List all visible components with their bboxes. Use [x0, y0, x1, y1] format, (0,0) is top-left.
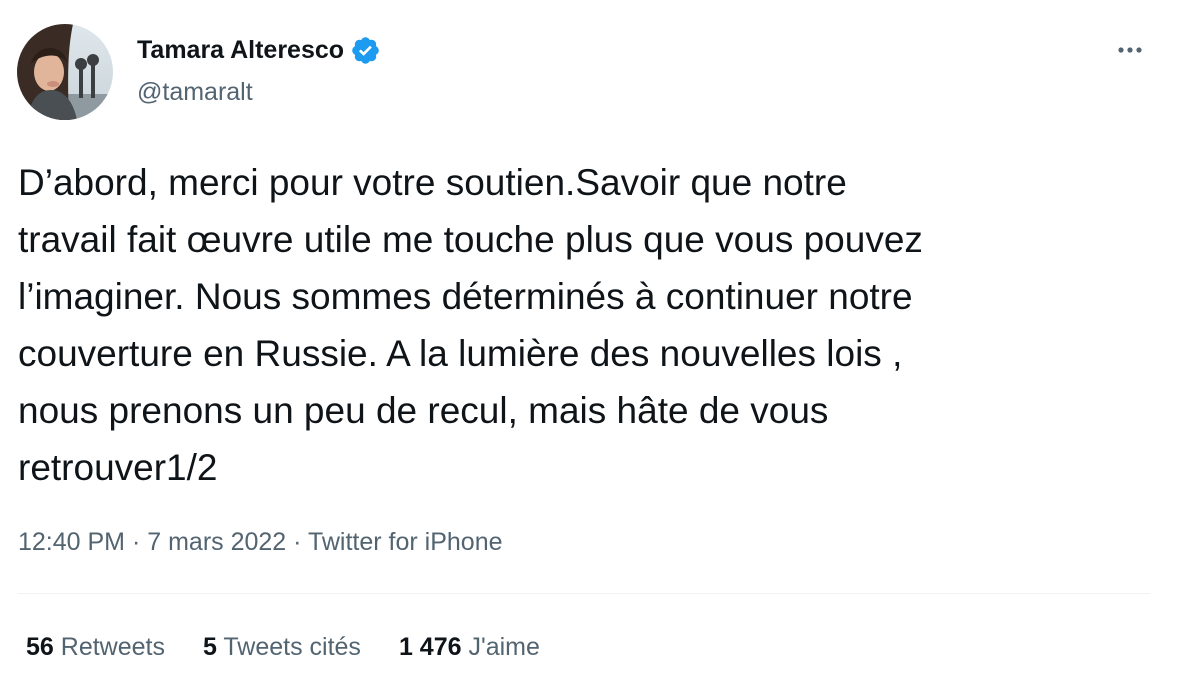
tweet-meta: 12:40 PM · 7 mars 2022 · Twitter for iPh…: [18, 525, 503, 559]
retweets-label: Retweets: [53, 633, 165, 661]
meta-separator: ·: [286, 528, 308, 556]
tweet: Tamara Alteresco @tamaralt D’abord, merc…: [0, 0, 1178, 684]
quote-tweets-count: 5: [202, 633, 217, 661]
likes-label: J'aime: [461, 633, 540, 661]
author-name[interactable]: Tamara Alteresco: [137, 34, 344, 66]
tweet-text: D’abord, merci pour votre soutien.Savoir…: [18, 162, 923, 488]
quote-tweets-stat[interactable]: 5 Tweets cités: [203, 630, 361, 664]
more-options-button[interactable]: [1110, 30, 1150, 70]
retweets-count: 56: [26, 633, 54, 661]
more-dots-icon: [1118, 47, 1142, 53]
retweets-stat[interactable]: 56 Retweets: [26, 630, 165, 664]
author-avatar[interactable]: [17, 24, 113, 120]
tweet-stats: 56 Retweets 5 Tweets cités 1 476 J'aime: [26, 630, 578, 664]
author-handle[interactable]: @tamaralt: [137, 76, 253, 108]
author-name-row[interactable]: Tamara Alteresco: [137, 34, 381, 66]
verified-badge-icon: [350, 35, 381, 66]
tweet-time[interactable]: 12:40 PM: [18, 528, 125, 556]
quote-tweets-label: Tweets cités: [216, 633, 361, 661]
meta-separator: ·: [125, 528, 148, 556]
tweet-source[interactable]: Twitter for iPhone: [308, 528, 503, 556]
likes-count: 1 476: [398, 633, 462, 661]
divider: [18, 593, 1150, 594]
likes-stat[interactable]: 1 476 J'aime: [399, 630, 540, 664]
profile-photo: [17, 24, 113, 120]
tweet-date[interactable]: 7 mars 2022: [147, 528, 286, 556]
